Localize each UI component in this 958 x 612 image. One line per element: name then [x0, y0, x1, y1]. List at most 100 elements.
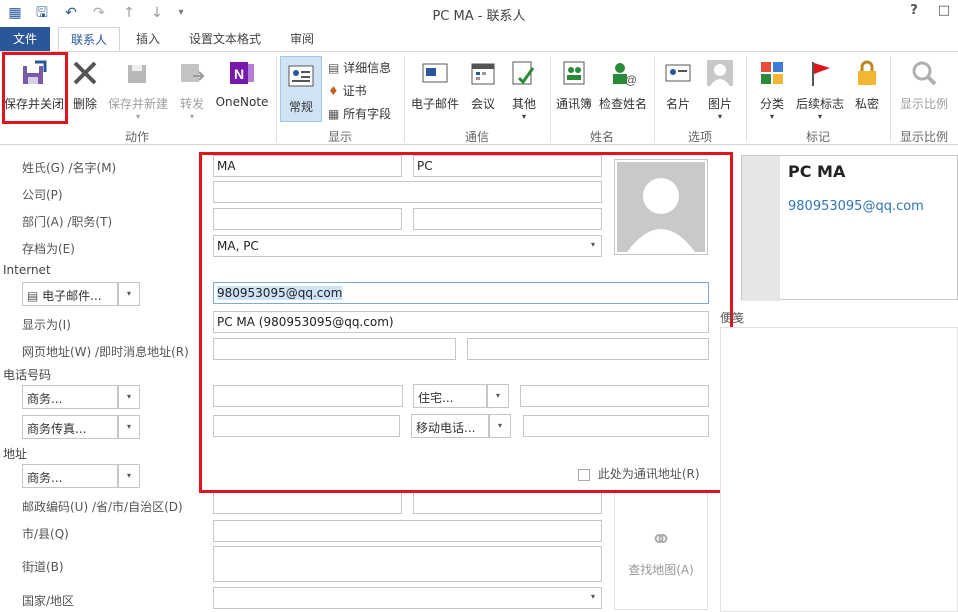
categorize-button[interactable]: 分类 ▾: [754, 58, 790, 121]
card-name: PC MA: [788, 162, 846, 181]
country-field[interactable]: ▾: [213, 587, 602, 609]
email-type-dropdown-icon[interactable]: ▾: [118, 282, 140, 306]
phone2-type-select[interactable]: 商务传真...: [22, 415, 118, 439]
delete-button[interactable]: 删除: [70, 58, 100, 112]
categorize-icon: [761, 62, 783, 84]
save-new-icon: [128, 65, 146, 83]
title-bar: ▦ 🖫 ↶ ↷ ↑ ↓ ▾ PC MA - 联系人 ? □: [0, 0, 958, 27]
picture-button[interactable]: 图片 ▾: [702, 58, 738, 121]
group-options-label: 选项: [687, 130, 712, 144]
address-section-label: 地址: [3, 447, 28, 461]
check-names-button[interactable]: @ 检查姓名: [597, 58, 649, 112]
phone1-dropdown-icon[interactable]: ▾: [118, 385, 140, 409]
web-im-label: 网页地址(W) /即时消息地址(R): [22, 345, 189, 359]
follow-up-label: 后续标志: [795, 97, 844, 111]
more-label: 其他: [511, 97, 536, 111]
follow-up-button[interactable]: 后续标志 ▾: [794, 58, 846, 121]
categorize-dropdown-icon: ▾: [769, 112, 774, 121]
forward-label: 转发: [179, 97, 204, 111]
street-field[interactable]: [213, 546, 602, 582]
forward-icon: [181, 64, 205, 82]
notes-label: 便笺: [720, 311, 745, 325]
group-actions-label: 动作: [124, 130, 149, 144]
address-book-button[interactable]: 通讯簿: [554, 58, 594, 112]
svg-text:@: @: [625, 73, 637, 87]
business-card-button[interactable]: 名片: [660, 58, 696, 112]
address-type-select[interactable]: 商务...: [22, 464, 118, 488]
zoom-label: 显示比例: [899, 97, 948, 111]
map-button[interactable]: ⚭ 查找地图(A): [614, 492, 708, 610]
certificates-button[interactable]: ♦ 证书: [328, 82, 367, 99]
internet-section-label: Internet: [3, 263, 51, 277]
street-label: 街道(B): [22, 560, 64, 574]
all-fields-icon: ▦: [328, 107, 340, 121]
group-communicate-label: 通信: [464, 130, 489, 144]
onenote-button[interactable]: N OneNote: [212, 58, 272, 109]
country-dropdown-icon: ▾: [590, 592, 595, 601]
phone2-dropdown-icon[interactable]: ▾: [118, 415, 140, 439]
phone1-type-value: 商务...: [27, 392, 63, 406]
general-view-label: 常规: [288, 100, 313, 114]
more-button[interactable]: 其他 ▾: [506, 58, 542, 121]
address-book-icon: [563, 61, 585, 85]
email-type-select[interactable]: ▤ 电子邮件...: [22, 282, 118, 306]
flag-icon: [812, 62, 830, 86]
email-button[interactable]: 电子邮件: [408, 58, 462, 112]
group-show-label: 显示: [327, 130, 352, 144]
tab-review[interactable]: 审阅: [280, 27, 324, 51]
certificate-icon: ♦: [328, 84, 339, 98]
forward-dropdown-icon: ▾: [189, 112, 194, 121]
restore-ribbon-icon[interactable]: □: [934, 3, 954, 18]
follow-up-dropdown-icon: ▾: [817, 112, 822, 121]
tab-contact[interactable]: 联系人: [58, 27, 120, 51]
window-title: PC MA - 联系人: [432, 9, 526, 24]
department-label: 部门(A) /职务(T): [22, 215, 113, 229]
meeting-label: 会议: [470, 97, 495, 111]
general-card-icon: [288, 65, 314, 87]
tab-format-text[interactable]: 设置文本格式: [180, 27, 270, 51]
province-field[interactable]: [413, 492, 602, 514]
check-names-icon: @: [613, 63, 637, 87]
help-button[interactable]: ?: [904, 3, 924, 18]
postal-code-field[interactable]: [213, 492, 402, 514]
zoom-button[interactable]: 显示比例: [896, 58, 952, 112]
private-label: 私密: [854, 97, 879, 111]
private-button[interactable]: 私密: [850, 58, 884, 112]
card-icon: ▤: [27, 289, 39, 303]
save-new-button[interactable]: 保存并新建 ▾: [106, 58, 170, 121]
meeting-button[interactable]: 会议: [466, 58, 500, 112]
forward-button[interactable]: 转发 ▾: [176, 58, 208, 121]
tab-file[interactable]: 文件: [0, 27, 50, 51]
all-fields-label: 所有字段: [343, 107, 392, 121]
picture-label: 图片: [707, 97, 732, 111]
more-icon: [512, 61, 535, 85]
save-new-label: 保存并新建: [107, 97, 168, 111]
general-view-button[interactable]: 常规: [280, 56, 322, 122]
all-fields-button[interactable]: ▦ 所有字段: [328, 105, 391, 122]
save-new-dropdown-icon: ▾: [135, 112, 140, 121]
card-photo-strip: [742, 156, 780, 301]
phone1-type-select[interactable]: 商务...: [22, 385, 118, 409]
delete-label: 删除: [72, 97, 97, 111]
business-card-preview: PC MA 980953095@qq.com: [741, 155, 958, 301]
country-label: 国家/地区: [22, 594, 75, 608]
ribbon-separator: [404, 56, 405, 142]
address-type-value: 商务...: [27, 471, 63, 485]
magnifier-icon: [912, 61, 937, 86]
address-dropdown-icon[interactable]: ▾: [118, 464, 140, 488]
categorize-label: 分类: [759, 97, 784, 111]
postal-label: 邮政编码(U) /省/市/自治区(D): [22, 500, 183, 514]
ribbon: 保存并关闭 删除 保存并新建 ▾ 转发 ▾ N OneNote 动作 常规 ▤ …: [0, 51, 958, 145]
details-label: 详细信息: [343, 61, 392, 75]
notes-field[interactable]: [720, 327, 958, 612]
ribbon-separator: [746, 56, 747, 142]
city-field[interactable]: [213, 520, 602, 542]
picture-dropdown-icon: ▾: [717, 112, 722, 121]
email-label: 电子邮件: [410, 97, 459, 111]
details-button[interactable]: ▤ 详细信息: [328, 59, 391, 76]
map-button-label: 查找地图(A): [628, 563, 694, 577]
tab-insert[interactable]: 插入: [126, 27, 170, 51]
ribbon-separator: [550, 56, 551, 142]
email-icon: [422, 63, 448, 83]
company-label: 公司(P): [22, 188, 63, 202]
